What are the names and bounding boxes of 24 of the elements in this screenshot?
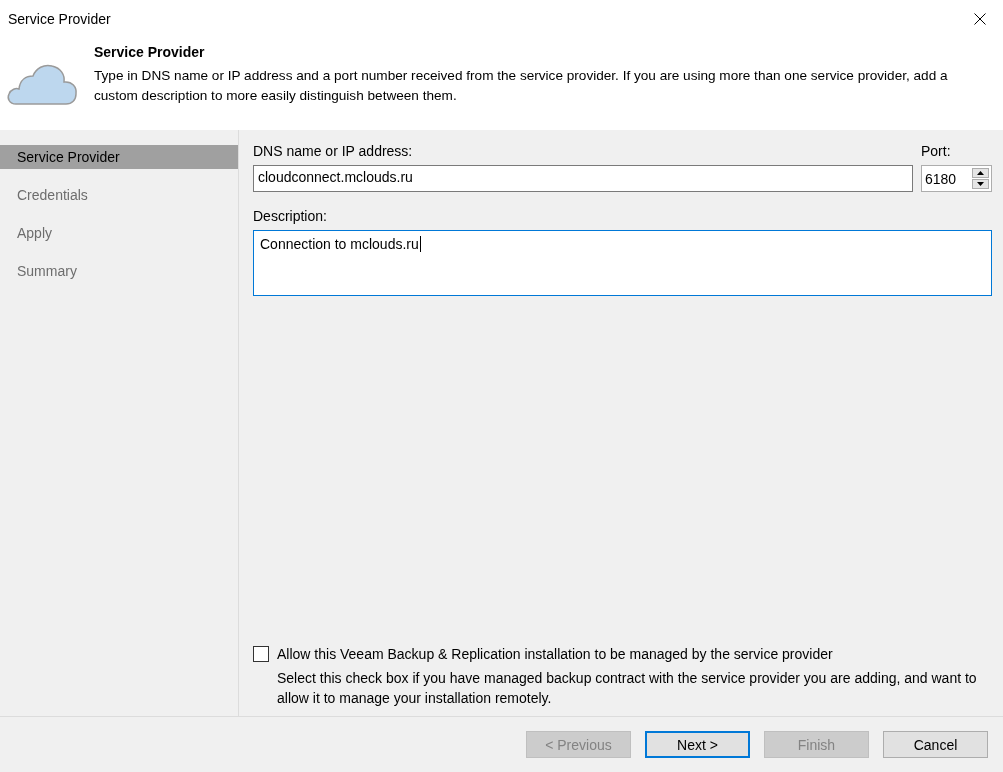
up-arrow-icon — [977, 171, 984, 175]
wizard-button[interactable]: Cancel — [883, 731, 988, 758]
description-label: Description: — [253, 208, 328, 226]
managed-checkbox[interactable] — [253, 646, 269, 662]
sidebar-step[interactable]: Service Provider — [0, 145, 238, 169]
header-title: Service Provider — [94, 44, 206, 60]
managed-label: Allow this Veeam Backup & Replication installation to be managed by the service provider — [277, 646, 833, 662]
host-label: DNS name or IP address: — [253, 143, 414, 161]
header-description: Type in DNS name or IP address and a port number received from the service provider. If you are using more than one service provider, add a custom description to more easily distinguish between them. — [94, 67, 949, 105]
cloud-icon — [6, 62, 78, 106]
window-title: Service Provider — [8, 11, 111, 27]
decrement-button[interactable] — [972, 179, 989, 189]
host-input[interactable]: cloudconnect.mclouds.ru — [253, 165, 913, 192]
down-arrow-icon — [977, 182, 984, 186]
wizard-button[interactable]: Next > — [645, 731, 750, 758]
increment-button[interactable] — [972, 168, 989, 178]
sidebar-step[interactable]: Summary — [0, 259, 238, 283]
sidebar-step[interactable]: Apply — [0, 221, 238, 245]
sidebar-step[interactable]: Credentials — [0, 183, 238, 207]
managed-hint: Select this check box if you have managed backup contract with the service provider you are adding, and want to allow it to manage your installation remotely. — [276, 669, 978, 708]
port-label: Port: — [921, 143, 952, 161]
close-icon — [974, 13, 986, 25]
port-spinbox[interactable]: 6180 — [921, 165, 992, 192]
description-input[interactable]: Connection to mclouds.ru — [253, 230, 992, 296]
